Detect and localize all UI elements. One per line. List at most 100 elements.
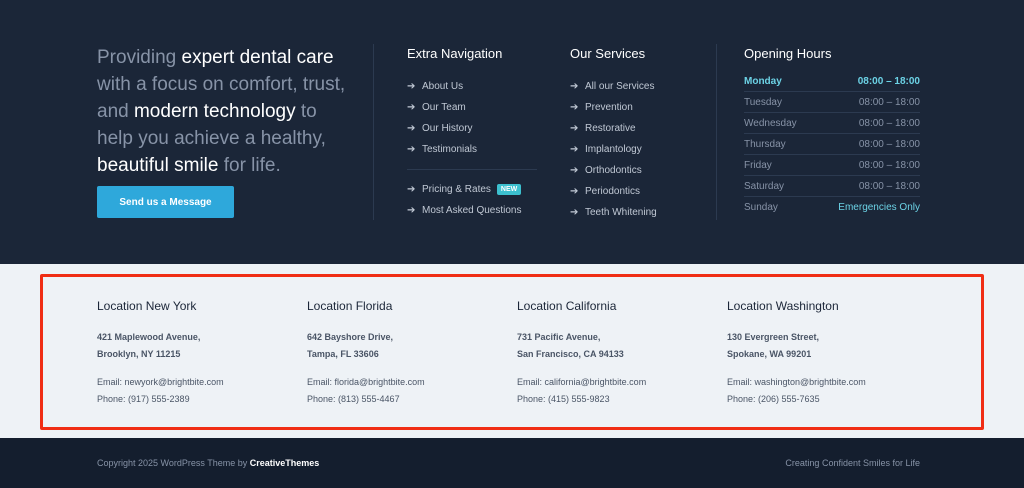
nav-link-faq[interactable]: ➔ Most Asked Questions (407, 200, 522, 221)
service-label: Prevention (585, 102, 633, 113)
theme-brand-link[interactable]: CreativeThemes (250, 458, 320, 468)
footer-top-section: Providing expert dental care with a focu… (0, 0, 1024, 264)
intro-part: for life. (218, 155, 281, 176)
service-label: Periodontics (585, 186, 641, 197)
location-address: 642 Bayshore Drive, Tampa, FL 33606 (307, 329, 497, 363)
divider (716, 44, 717, 220)
address-line: Spokane, WA 99201 (727, 349, 812, 359)
arrow-right-icon: ➔ (407, 144, 416, 155)
nav-link-label: Our Team (422, 102, 466, 113)
location-email[interactable]: Email: newyork@brightbite.com (97, 374, 287, 391)
hours-row: Saturday 08:00 – 18:00 (744, 176, 920, 197)
location-title: Location California (517, 299, 617, 313)
location-contact: Email: washington@brightbite.com Phone: (… (727, 374, 917, 408)
service-label: All our Services (585, 81, 655, 92)
service-link[interactable]: ➔ Orthodontics (570, 160, 657, 181)
service-label: Implantology (585, 144, 642, 155)
divider (373, 44, 374, 220)
hours-time: 08:00 – 18:00 (858, 96, 920, 108)
arrow-right-icon: ➔ (570, 102, 579, 113)
arrow-right-icon: ➔ (570, 123, 579, 134)
extra-navigation-heading: Extra Navigation (407, 46, 503, 61)
address-line: 731 Pacific Avenue, (517, 332, 601, 342)
nav-link-label: Most Asked Questions (422, 205, 522, 216)
hours-row: Wednesday 08:00 – 18:00 (744, 113, 920, 134)
location-email[interactable]: Email: washington@brightbite.com (727, 374, 917, 391)
service-link[interactable]: ➔ Periodontics (570, 181, 657, 202)
hours-row: Friday 08:00 – 18:00 (744, 155, 920, 176)
arrow-right-icon: ➔ (570, 186, 579, 197)
nav-link-label: About Us (422, 81, 464, 92)
location-contact: Email: florida@brightbite.com Phone: (813… (307, 374, 497, 408)
service-link[interactable]: ➔ Restorative (570, 118, 657, 139)
hours-time: 08:00 – 18:00 (858, 117, 920, 129)
service-label: Restorative (585, 123, 636, 134)
location-email[interactable]: Email: california@brightbite.com (517, 374, 707, 391)
location-contact: Email: newyork@brightbite.com Phone: (917… (97, 374, 287, 408)
location-title: Location Florida (307, 299, 393, 313)
intro-highlight: modern technology (133, 101, 296, 122)
nav-link-testimonials[interactable]: ➔ Testimonials (407, 139, 477, 160)
location-title: Location Washington (727, 299, 839, 313)
footer-tagline: Creating Confident Smiles for Life (785, 458, 920, 468)
hours-time: 08:00 – 18:00 (858, 180, 920, 192)
arrow-right-icon: ➔ (407, 102, 416, 113)
arrow-right-icon: ➔ (570, 207, 579, 218)
hours-time: Emergencies Only (838, 202, 920, 213)
nav-link-label: Pricing & Rates (422, 184, 491, 195)
send-message-button[interactable]: Send us a Message (97, 186, 234, 218)
new-badge: NEW (496, 184, 522, 195)
location-phone[interactable]: Phone: (917) 555-2389 (97, 391, 287, 408)
location-contact: Email: california@brightbite.com Phone: (… (517, 374, 707, 408)
nav-link-label: Our History (422, 123, 473, 134)
locations-section: Location New York 421 Maplewood Avenue, B… (0, 264, 1024, 438)
address-line: Tampa, FL 33606 (307, 349, 379, 359)
nav-link-our-history[interactable]: ➔ Our History (407, 118, 477, 139)
service-link[interactable]: ➔ Implantology (570, 139, 657, 160)
arrow-right-icon: ➔ (570, 165, 579, 176)
extra-navigation-list-2: ➔ Pricing & Rates NEW ➔ Most Asked Question… (407, 179, 522, 221)
hours-day: Saturday (744, 180, 785, 192)
services-list: ➔ All our Services ➔ Prevention ➔ Restorati… (570, 76, 657, 223)
intro-highlight: beautiful smile (97, 155, 219, 176)
location-card: Location New York 421 Maplewood Avenue, B… (97, 299, 287, 408)
hours-time: 08:00 – 18:00 (858, 159, 920, 171)
arrow-right-icon: ➔ (407, 205, 416, 216)
address-line: 130 Evergreen Street, (727, 332, 820, 342)
hours-row-today: Monday 08:00 – 18:00 (744, 71, 920, 92)
intro-highlight: expert dental care (181, 47, 334, 68)
arrow-right-icon: ➔ (407, 81, 416, 92)
location-phone[interactable]: Phone: (813) 555-4467 (307, 391, 497, 408)
our-services-heading: Our Services (570, 46, 646, 61)
address-line: 642 Bayshore Drive, (307, 332, 394, 342)
nav-link-about-us[interactable]: ➔ About Us (407, 76, 477, 97)
location-phone[interactable]: Phone: (415) 555-9823 (517, 391, 707, 408)
location-email[interactable]: Email: florida@brightbite.com (307, 374, 497, 391)
nav-separator (407, 169, 537, 170)
hours-time: 08:00 – 18:00 (857, 75, 920, 87)
nav-link-our-team[interactable]: ➔ Our Team (407, 97, 477, 118)
arrow-right-icon: ➔ (407, 184, 416, 195)
nav-link-pricing[interactable]: ➔ Pricing & Rates NEW (407, 179, 522, 200)
service-link[interactable]: ➔ All our Services (570, 76, 657, 97)
hours-time: 08:00 – 18:00 (858, 138, 920, 150)
footer-bottom-bar: Copyright 2025 WordPress Theme by Creati… (0, 438, 1024, 488)
location-address: 731 Pacific Avenue, San Francisco, CA 941… (517, 329, 707, 363)
hours-day: Monday (744, 75, 782, 87)
address-line: San Francisco, CA 94133 (517, 349, 624, 359)
opening-hours-heading: Opening Hours (744, 46, 832, 61)
service-link[interactable]: ➔ Prevention (570, 97, 657, 118)
location-card: Location Washington 130 Evergreen Street… (727, 299, 917, 408)
location-address: 421 Maplewood Avenue, Brooklyn, NY 11215 (97, 329, 287, 363)
opening-hours-table: Monday 08:00 – 18:00 Tuesday 08:00 – 18:00… (744, 71, 920, 218)
intro-text: Providing expert dental care with a focu… (97, 44, 357, 179)
hours-row: Tuesday 08:00 – 18:00 (744, 92, 920, 113)
service-label: Orthodontics (585, 165, 642, 176)
intro-part: Providing (97, 47, 182, 68)
hours-row: Sunday Emergencies Only (744, 197, 920, 218)
hours-day: Sunday (744, 202, 778, 213)
copyright-prefix: Copyright 2025 WordPress Theme by (97, 458, 250, 468)
service-link[interactable]: ➔ Teeth Whitening (570, 202, 657, 223)
service-label: Teeth Whitening (585, 207, 657, 218)
location-phone[interactable]: Phone: (206) 555-7635 (727, 391, 917, 408)
